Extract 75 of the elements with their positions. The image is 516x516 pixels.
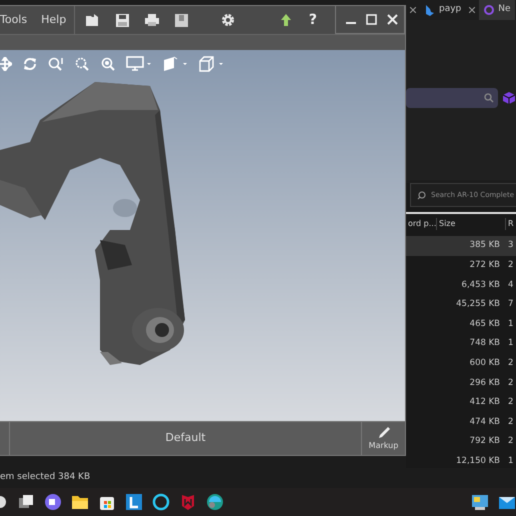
- rotate-icon[interactable]: [22, 56, 38, 72]
- size-cell-text: 6,453 KB: [460, 278, 501, 292]
- view-name: Default: [165, 430, 206, 446]
- size-cell-text: 792 KB: [468, 435, 501, 448]
- close-icon[interactable]: [387, 14, 398, 25]
- size-cell-text: 12,150 KB: [455, 454, 501, 468]
- size-cell-text: 600 KB: [468, 356, 501, 370]
- status-text: em selected 384 KB: [0, 471, 90, 484]
- search-icon: [484, 93, 494, 103]
- table-cell-text: 7: [507, 298, 514, 311]
- control-panel-icon[interactable]: [471, 493, 489, 511]
- zoom-icon[interactable]: [48, 56, 64, 72]
- task-view-icon[interactable]: [17, 493, 35, 511]
- help-button[interactable]: ?: [308, 10, 317, 30]
- menu-item[interactable]: Tools: [0, 12, 28, 28]
- table-cell-text: 2: [507, 416, 514, 429]
- display-icon[interactable]: [126, 56, 152, 72]
- browser-tab[interactable]: Ne: [479, 0, 515, 20]
- table-cell-text: 1: [507, 318, 514, 331]
- browser-icon[interactable]: [206, 493, 224, 511]
- table-cell-text: 4: [507, 278, 514, 292]
- table-cell-text: 1: [507, 454, 514, 468]
- browser-tab[interactable]: payp: [420, 0, 480, 20]
- maximize-icon[interactable]: [366, 14, 377, 25]
- zoom-area-icon[interactable]: [74, 56, 90, 72]
- video-chat-icon[interactable]: [44, 493, 62, 511]
- file-row[interactable]: 45,255 KB 7: [406, 294, 516, 314]
- letter-l-tile-icon[interactable]: [125, 493, 143, 511]
- search-icon: [417, 190, 426, 200]
- column-header[interactable]: R: [506, 218, 516, 230]
- move-icon[interactable]: [0, 57, 12, 71]
- table-cell-text: 3: [507, 239, 514, 252]
- file-row[interactable]: 792 KB 2: [406, 432, 516, 452]
- file-row[interactable]: 12,150 KB 1: [406, 452, 516, 472]
- table-cell-text: 1: [507, 337, 514, 350]
- file-row[interactable]: 412 KB 2: [406, 392, 516, 412]
- file-row[interactable]: 465 KB 1: [406, 314, 516, 334]
- file-row[interactable]: 6,453 KB 4: [406, 275, 516, 295]
- table-cell-text: 2: [507, 356, 514, 370]
- selected-row[interactable]: 385 KB 3: [406, 236, 516, 256]
- bing-icon: [424, 4, 436, 16]
- file-row[interactable]: 272 KB 2: [406, 256, 516, 276]
- save-icon[interactable]: [115, 12, 130, 28]
- size-cell-text: 748 KB: [468, 337, 501, 350]
- file-row[interactable]: 474 KB 2: [406, 412, 516, 432]
- file-row[interactable]: 600 KB 2: [406, 354, 516, 374]
- up-arrow-icon[interactable]: [280, 14, 291, 26]
- menu-item[interactable]: Help: [41, 12, 66, 28]
- ring-icon[interactable]: [152, 493, 170, 511]
- size-cell-text: 272 KB: [468, 259, 501, 272]
- pencil-icon: [376, 426, 390, 440]
- layers-icon[interactable]: [162, 56, 188, 72]
- tab-close-icon: [469, 7, 476, 13]
- column-header[interactable]: Size: [437, 218, 506, 230]
- size-cell-text: 45,255 KB: [455, 298, 501, 311]
- file-row[interactable]: 748 KB 1: [406, 334, 516, 354]
- size-cell-text: 474 KB: [468, 416, 501, 429]
- size-cell-text: 465 KB: [468, 318, 501, 331]
- shield-icon[interactable]: [179, 493, 197, 511]
- table-cell-text: 2: [507, 435, 514, 448]
- cube-view-icon[interactable]: [198, 56, 224, 72]
- table-cell-text: 2: [507, 376, 514, 390]
- table-cell-text: 2: [507, 259, 514, 272]
- cube-icon: [502, 91, 516, 105]
- tab-icon: [483, 4, 496, 16]
- size-cell-text: 296 KB: [468, 376, 501, 390]
- print-icon[interactable]: [144, 13, 160, 27]
- folder-icon[interactable]: [71, 493, 89, 511]
- tab-close-icon[interactable]: [410, 7, 416, 13]
- file-row[interactable]: 296 KB 2: [406, 373, 516, 393]
- table-cell-text: 2: [507, 396, 514, 409]
- settings-icon[interactable]: [221, 13, 236, 27]
- size-cell-text: 385 KB: [468, 239, 501, 252]
- zoom-fit-icon[interactable]: [100, 56, 116, 72]
- size-cell-text: 412 KB: [468, 396, 501, 409]
